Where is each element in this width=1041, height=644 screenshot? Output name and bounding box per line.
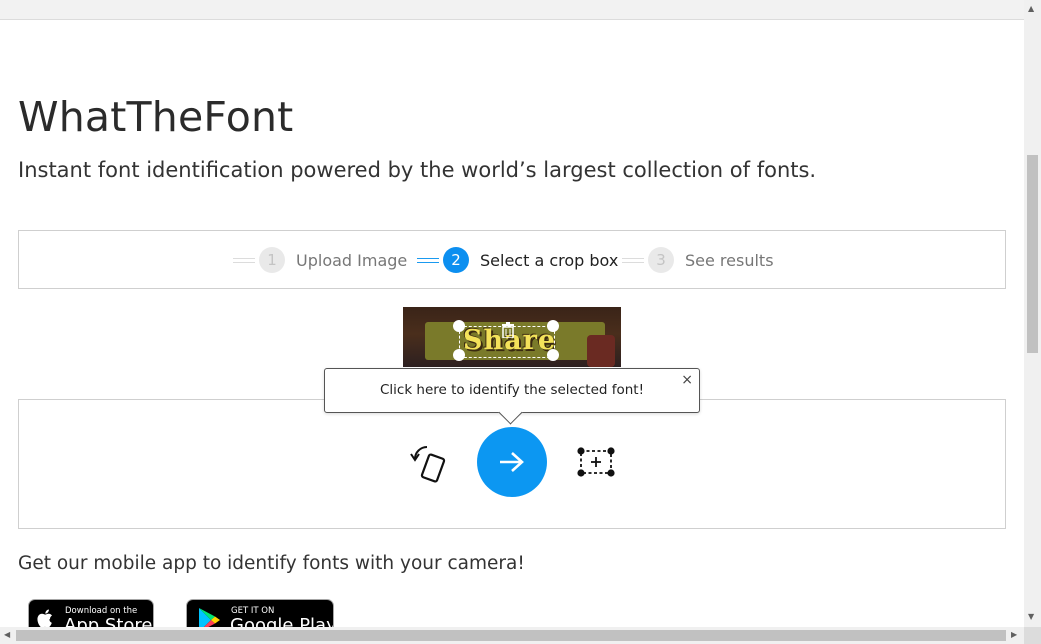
step-number: 3 [648, 247, 674, 273]
identify-tooltip: Click here to identify the selected font… [324, 368, 700, 425]
crop-handle-top-right[interactable] [547, 320, 559, 332]
horizontal-scroll-thumb[interactable] [16, 630, 1006, 641]
step-label: See results [685, 250, 774, 270]
scroll-left-icon[interactable]: ◀ [4, 630, 10, 639]
step-see-results: 3 See results [622, 247, 774, 273]
page-title: WhatTheFont [18, 93, 294, 141]
crop-handle-top-left[interactable] [453, 320, 465, 332]
top-bar [0, 0, 1024, 20]
vertical-scrollbar[interactable]: ▲ ▼ [1024, 0, 1041, 627]
step-number: 1 [259, 247, 285, 273]
scroll-down-icon[interactable]: ▼ [1028, 612, 1034, 621]
step-label: Upload Image [296, 250, 408, 270]
step-connector [417, 257, 439, 263]
uploaded-image-preview[interactable]: Share [403, 307, 621, 367]
scrollbar-corner [1024, 627, 1041, 644]
horizontal-scrollbar[interactable]: ◀ ▶ [0, 627, 1024, 644]
add-crop-box-icon[interactable] [575, 445, 617, 479]
scroll-up-icon[interactable]: ▲ [1028, 4, 1034, 13]
vertical-scroll-thumb[interactable] [1027, 155, 1038, 353]
step-connector [233, 257, 255, 263]
step-label: Select a crop box [480, 250, 619, 270]
page-subtitle: Instant font identification powered by t… [18, 158, 817, 182]
scroll-right-icon[interactable]: ▶ [1011, 630, 1017, 639]
image-detail [587, 335, 615, 367]
step-upload-image[interactable]: 1 Upload Image [233, 247, 407, 273]
identify-font-button[interactable] [477, 427, 547, 497]
steps-progress: 1 Upload Image 2 Select a crop box 3 See… [18, 230, 1006, 289]
trash-icon[interactable] [501, 322, 515, 338]
app-promo-text: Get our mobile app to identify fonts wit… [18, 553, 525, 574]
step-number: 2 [443, 247, 469, 273]
step-select-crop-box: 2 Select a crop box [417, 247, 618, 273]
tooltip-text: Click here to identify the selected font… [379, 382, 645, 398]
crop-handle-bottom-left[interactable] [453, 349, 465, 361]
close-icon[interactable]: × [681, 372, 693, 388]
crop-handle-bottom-right[interactable] [547, 349, 559, 361]
rotate-icon[interactable] [405, 440, 449, 486]
arrow-right-icon [500, 452, 524, 472]
step-connector [622, 257, 644, 263]
